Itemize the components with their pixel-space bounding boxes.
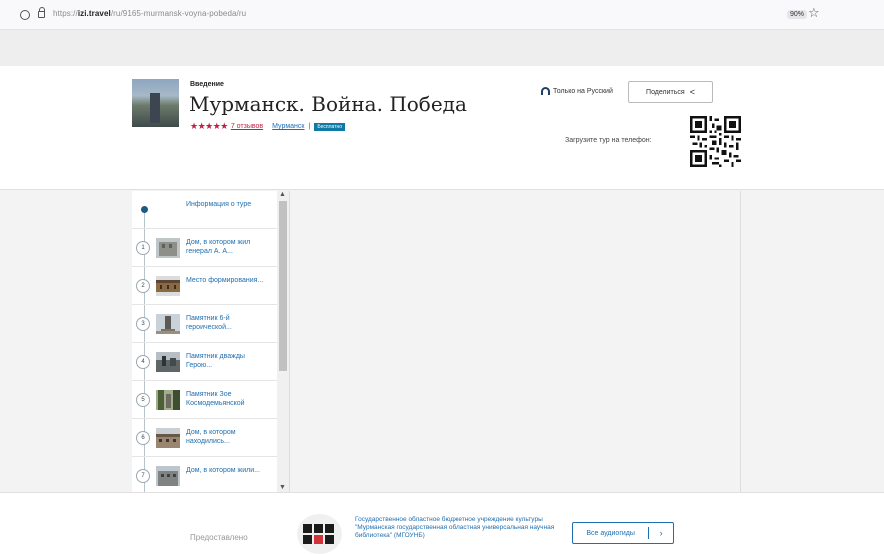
- language-indicator: Только на Русский: [541, 87, 613, 95]
- page-footer: Предоставлено Государственное областное …: [0, 492, 884, 554]
- list-item[interactable]: 1 Дом, в котором жил генерал А. А...: [132, 229, 277, 267]
- sidebar-scrollbar[interactable]: ▲ ▼: [277, 191, 289, 492]
- qr-label: Загрузите тур на телефон:: [565, 137, 652, 144]
- tracking-shield-icon[interactable]: [20, 10, 30, 20]
- url-text[interactable]: https://izi.travel/ru/9165-murmansk-voyn…: [53, 9, 246, 18]
- list-item[interactable]: 7 Дом, в котором жили...: [132, 457, 277, 492]
- stop-number: 7: [136, 469, 150, 483]
- tour-cover-image: [132, 79, 179, 127]
- library-logo[interactable]: [297, 514, 342, 554]
- all-audioguides-label: Все аудиогиды: [586, 529, 635, 537]
- list-item[interactable]: 3 Памятник 6-й героической...: [132, 305, 277, 343]
- top-band: [0, 30, 884, 66]
- price-badge: Бесплатно: [314, 122, 346, 131]
- list-item[interactable]: 6 Дом, в котором находились...: [132, 419, 277, 457]
- meta-separator: |: [308, 123, 311, 130]
- zoom-level[interactable]: 90%: [787, 10, 808, 19]
- list-item-tour-info[interactable]: Информация о туре: [132, 191, 277, 229]
- section-kicker: Введение: [190, 81, 224, 88]
- bookmark-star-icon[interactable]: ☆: [808, 6, 820, 19]
- list-item[interactable]: 4 Памятник дважды Герою...: [132, 343, 277, 381]
- list-item[interactable]: 5 Памятник Зое Космодемьянской: [132, 381, 277, 419]
- scrollbar-thumb[interactable]: [279, 201, 287, 371]
- stop-thumbnail: [156, 238, 180, 258]
- list-item-label: Дом, в котором жил генерал А. А...: [186, 239, 251, 255]
- intro-dot-icon: [141, 206, 148, 213]
- headphones-icon: [541, 87, 550, 95]
- list-item-label: Дом, в котором жили...: [186, 467, 260, 474]
- organization-link[interactable]: Государственное областное бюджетное учре…: [355, 516, 565, 540]
- map-panel[interactable]: [290, 191, 741, 492]
- provided-by-label: Предоставлено: [190, 533, 248, 542]
- stop-number: 3: [136, 317, 150, 331]
- stop-number: 1: [136, 241, 150, 255]
- list-item[interactable]: 2 Место формирования...: [132, 267, 277, 305]
- stop-thumbnail: [156, 390, 180, 410]
- stop-number: 6: [136, 431, 150, 445]
- stop-number: 2: [136, 279, 150, 293]
- list-item-label: Информация о туре: [186, 201, 252, 208]
- all-audioguides-button[interactable]: Все аудиогиды ›: [572, 522, 674, 544]
- stop-thumbnail: [156, 276, 180, 296]
- list-item-label: Памятник Зое Космодемьянской: [186, 391, 245, 407]
- rating-stars: ★★★★★: [190, 121, 228, 131]
- stop-thumbnail: [156, 352, 180, 372]
- page-title: Мурманск. Война. Победа: [189, 92, 467, 116]
- stop-number: 4: [136, 355, 150, 369]
- chevron-right-icon: ›: [659, 528, 663, 538]
- tour-meta: ★★★★★ 7 отзывов Мурманск | Бесплатно: [190, 121, 346, 132]
- list-item-label: Место формирования...: [186, 277, 264, 284]
- list-item-label: Памятник 6-й героической...: [186, 315, 232, 331]
- stop-number: 5: [136, 393, 150, 407]
- stop-thumbnail: [156, 314, 180, 334]
- reviews-link[interactable]: 7 отзывов: [231, 123, 263, 130]
- share-label: Поделиться: [646, 88, 685, 96]
- scroll-up-icon[interactable]: ▲: [279, 191, 286, 198]
- list-item-label: Памятник дважды Герою...: [186, 353, 245, 369]
- city-link[interactable]: Мурманск: [272, 123, 304, 130]
- scroll-down-icon[interactable]: ▼: [279, 484, 286, 491]
- qr-code-icon: [690, 116, 741, 167]
- stop-thumbnail: [156, 428, 180, 448]
- browser-url-bar[interactable]: https://izi.travel/ru/9165-murmansk-voyn…: [0, 0, 884, 30]
- share-button[interactable]: Поделиться <: [628, 81, 713, 103]
- tour-header: Введение Мурманск. Война. Победа ★★★★★ 7…: [0, 66, 884, 190]
- list-item-label: Дом, в котором находились...: [186, 429, 236, 445]
- language-label: Только на Русский: [553, 87, 613, 95]
- stop-thumbnail: [156, 466, 180, 486]
- right-panel: [741, 191, 884, 492]
- share-icon: <: [689, 87, 695, 97]
- lock-icon[interactable]: [38, 7, 45, 18]
- stops-sidebar[interactable]: Информация о туре 1 Дом, в котором жил г…: [132, 191, 290, 492]
